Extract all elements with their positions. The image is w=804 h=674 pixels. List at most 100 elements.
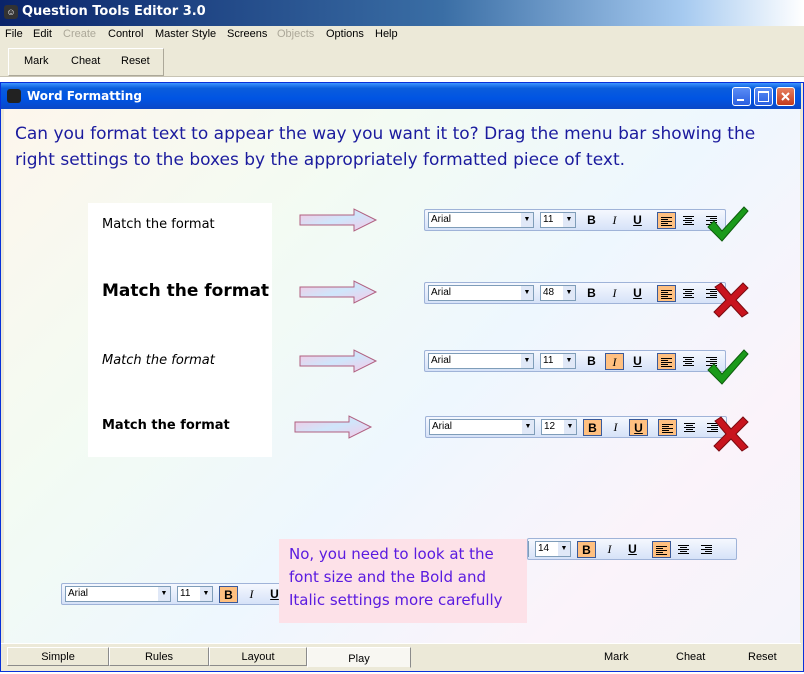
tab-simple[interactable]: Simple: [7, 647, 109, 666]
close-button[interactable]: [776, 87, 795, 106]
dropdown-arrow-icon[interactable]: ▼: [527, 542, 528, 556]
font-select[interactable]: Arial ▼: [428, 353, 534, 369]
italic-button[interactable]: I: [605, 212, 624, 229]
align-left-icon: [661, 358, 672, 367]
menu-master-style[interactable]: Master Style: [155, 28, 216, 40]
toolbar: Mark Cheat Reset: [0, 44, 804, 77]
align-left-icon: [661, 217, 672, 226]
dropdown-arrow-icon[interactable]: ▼: [564, 420, 576, 434]
size-select[interactable]: 14 ▼: [535, 541, 571, 557]
menu-edit[interactable]: Edit: [33, 28, 52, 40]
font-select[interactable]: Arial ▼: [428, 212, 534, 228]
dropdown-arrow-icon[interactable]: ▼: [158, 587, 170, 601]
mark-button[interactable]: Mark: [604, 651, 628, 663]
menu-options[interactable]: Options: [326, 28, 364, 40]
underline-button[interactable]: U: [628, 212, 647, 229]
dropdown-arrow-icon[interactable]: ▼: [563, 354, 575, 368]
dropdown-arrow-icon[interactable]: ▼: [200, 587, 212, 601]
tick-icon: [707, 206, 749, 242]
size-select[interactable]: 11 ▼: [540, 212, 576, 228]
size-select[interactable]: 12 ▼: [541, 419, 577, 435]
underline-button[interactable]: U: [623, 541, 642, 558]
bold-button[interactable]: B: [582, 285, 601, 302]
menu-screens[interactable]: Screens: [227, 28, 267, 40]
italic-button[interactable]: I: [605, 285, 624, 302]
align-center-button[interactable]: [680, 212, 699, 229]
sample-text-4: Match the format: [102, 418, 230, 433]
align-left-icon: [656, 546, 667, 555]
bottom-bar: Simple Rules Layout Play Mark Cheat Rese…: [1, 643, 801, 668]
reset-button[interactable]: Reset: [748, 651, 777, 663]
arrow-icon: [299, 208, 378, 232]
bold-button[interactable]: B: [577, 541, 596, 558]
window-icon: [7, 89, 21, 103]
underline-button[interactable]: U: [629, 419, 648, 436]
size-select[interactable]: 11 ▼: [540, 353, 576, 369]
align-center-icon: [684, 423, 695, 432]
menu-help[interactable]: Help: [375, 28, 398, 40]
font-value: Arial: [431, 287, 452, 298]
align-left-button[interactable]: [657, 212, 676, 229]
align-left-button[interactable]: [657, 285, 676, 302]
menu-control[interactable]: Control: [108, 28, 143, 40]
tab-layout[interactable]: Layout: [209, 647, 307, 666]
toolbar-cheat-button[interactable]: Cheat: [71, 55, 100, 67]
font-select[interactable]: Arial ▼: [65, 586, 171, 602]
font-value: Arial: [431, 355, 452, 366]
format-bar-3[interactable]: Arial ▼ 11 ▼ B I U: [424, 350, 726, 372]
format-bar-2[interactable]: Arial ▼ 48 ▼ B I U: [424, 282, 726, 304]
font-select[interactable]: Arial ▼: [428, 285, 534, 301]
cheat-button[interactable]: Cheat: [676, 651, 705, 663]
menu-file[interactable]: File: [5, 28, 23, 40]
align-center-button[interactable]: [681, 419, 700, 436]
minimize-button[interactable]: [732, 87, 751, 106]
menu-objects[interactable]: Objects: [277, 28, 314, 40]
size-value: 48: [543, 287, 555, 298]
bold-button[interactable]: B: [582, 353, 601, 370]
align-center-button[interactable]: [675, 541, 694, 558]
format-bar-4[interactable]: Arial ▼ 12 ▼ B I U: [425, 416, 727, 438]
align-left-button[interactable]: [652, 541, 671, 558]
size-select[interactable]: 48 ▼: [540, 285, 576, 301]
align-right-icon: [701, 545, 712, 554]
dropdown-arrow-icon[interactable]: ▼: [558, 542, 570, 556]
toolbar-mark-button[interactable]: Mark: [24, 55, 48, 67]
font-value: Arial: [68, 588, 89, 599]
maximize-button[interactable]: [754, 87, 773, 106]
font-select[interactable]: ▼: [527, 541, 529, 557]
app-title: Question Tools Editor 3.0: [22, 4, 206, 19]
dropdown-arrow-icon[interactable]: ▼: [563, 213, 575, 227]
tab-rules[interactable]: Rules: [109, 647, 209, 666]
feedback-message: No, you need to look at the font size an…: [279, 539, 527, 623]
align-center-button[interactable]: [680, 353, 699, 370]
italic-button[interactable]: I: [600, 541, 619, 558]
menu-create[interactable]: Create: [63, 28, 96, 40]
italic-button[interactable]: I: [606, 419, 625, 436]
align-center-icon: [683, 216, 694, 225]
align-left-button[interactable]: [657, 353, 676, 370]
underline-button[interactable]: U: [628, 353, 647, 370]
bold-button[interactable]: B: [583, 419, 602, 436]
toolbar-reset-button[interactable]: Reset: [121, 55, 150, 67]
question-text: Can you format text to appear the way yo…: [15, 124, 756, 170]
sample-text-3: Match the format: [102, 353, 215, 368]
underline-button[interactable]: U: [628, 285, 647, 302]
align-left-icon: [661, 290, 672, 299]
italic-button[interactable]: I: [605, 353, 624, 370]
dropdown-arrow-icon[interactable]: ▼: [521, 354, 533, 368]
italic-button[interactable]: I: [242, 586, 261, 603]
dropdown-arrow-icon[interactable]: ▼: [521, 213, 533, 227]
tab-play[interactable]: Play: [307, 647, 411, 668]
align-center-button[interactable]: [680, 285, 699, 302]
dropdown-arrow-icon[interactable]: ▼: [521, 286, 533, 300]
size-select[interactable]: 11 ▼: [177, 586, 213, 602]
bold-button[interactable]: B: [582, 212, 601, 229]
format-bar-1[interactable]: Arial ▼ 11 ▼ B I U: [424, 209, 726, 231]
bold-button[interactable]: B: [219, 586, 238, 603]
align-right-button[interactable]: [698, 541, 717, 558]
font-select[interactable]: Arial ▼: [429, 419, 535, 435]
format-bar-5[interactable]: ▼ 14 ▼ BIU: [527, 538, 737, 560]
dropdown-arrow-icon[interactable]: ▼: [563, 286, 575, 300]
align-left-button[interactable]: [658, 419, 677, 436]
dropdown-arrow-icon[interactable]: ▼: [522, 420, 534, 434]
